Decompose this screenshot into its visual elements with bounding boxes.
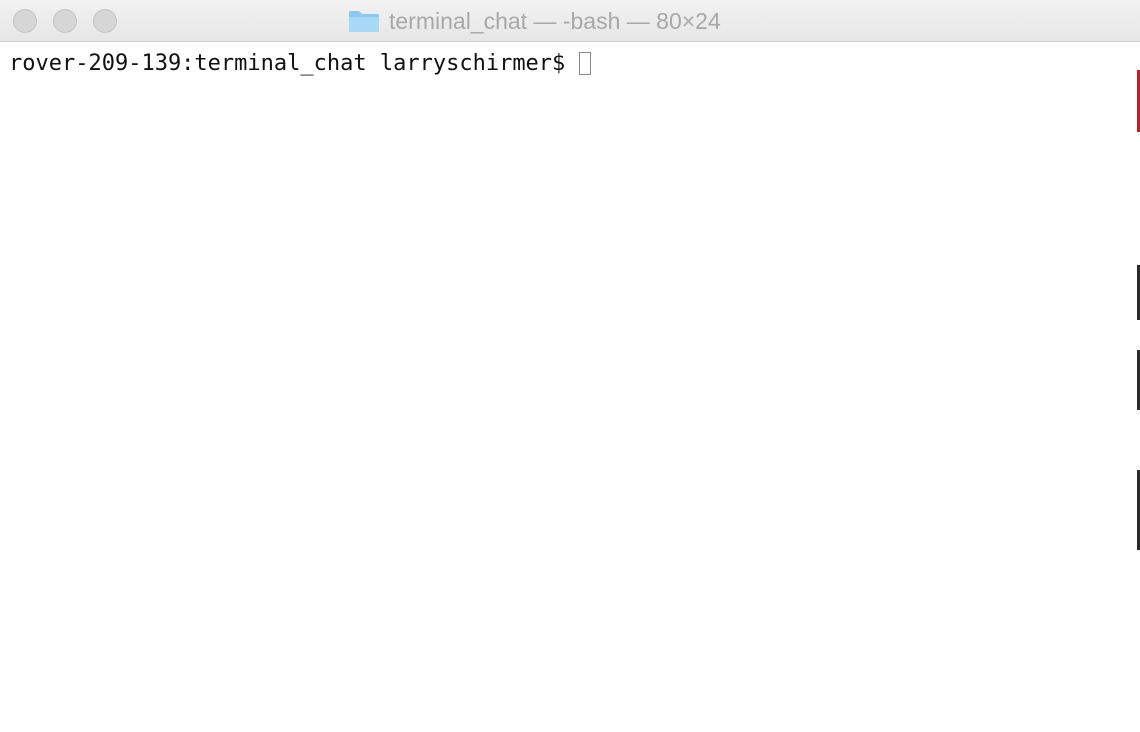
close-window-button[interactable]	[13, 9, 37, 33]
window-title: terminal_chat — -bash — 80×24	[348, 0, 721, 42]
minimize-window-button[interactable]	[53, 9, 77, 33]
terminal-content[interactable]: rover-209-139:terminal_chat larryschirme…	[0, 42, 1140, 732]
title-bar[interactable]: terminal_chat — -bash — 80×24	[0, 0, 1140, 42]
prompt-line[interactable]: rover-209-139:terminal_chat larryschirme…	[9, 50, 592, 76]
zoom-window-button[interactable]	[93, 9, 117, 33]
shell-prompt: rover-209-139:terminal_chat larryschirme…	[9, 50, 566, 76]
window-title-text: terminal_chat — -bash — 80×24	[389, 7, 721, 34]
text-cursor	[579, 51, 592, 75]
folder-icon	[349, 11, 379, 32]
terminal-window: terminal_chat — -bash — 80×24 rover-209-…	[0, 0, 1140, 732]
